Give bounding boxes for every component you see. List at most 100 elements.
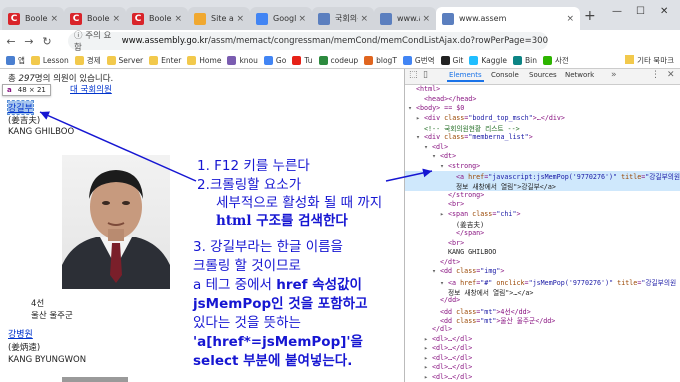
dom-line[interactable]: <head></head> (405, 95, 680, 105)
collapse-triangle-icon[interactable]: ▾ (432, 267, 440, 275)
collapse-triangle-icon[interactable]: ▾ (416, 133, 424, 141)
bookmark-item[interactable]: Home (187, 55, 221, 65)
collapse-triangle-icon[interactable]: ▾ (408, 104, 416, 112)
url-input[interactable]: ⓘ 주의 요함 www.assembly.go.kr/assm/memact/c… (68, 29, 548, 53)
forward-icon[interactable]: → (22, 35, 36, 48)
devtools-close-icon[interactable]: ✕ (667, 70, 675, 80)
maximize-icon[interactable]: ☐ (636, 6, 645, 17)
dom-line[interactable]: KANG GHILBOO (405, 248, 680, 258)
bookmark-item[interactable]: Enter (149, 55, 181, 65)
dom-line[interactable]: <!-- 국회의원현황 리스트 --> (405, 123, 680, 133)
dom-line[interactable]: ▾ <dt> (405, 152, 680, 162)
expand-triangle-icon[interactable]: ▸ (424, 335, 432, 343)
dom-line[interactable]: 정보 새창에서 열림">강길부</a> (405, 181, 680, 191)
bookmark-item[interactable]: Server (106, 55, 143, 65)
close-icon[interactable]: × (566, 14, 574, 24)
dom-line[interactable]: ▸ <dl>…</dl> (405, 354, 680, 364)
bookmark-item[interactable]: blogT (364, 55, 397, 65)
bookmark-item[interactable]: 사전 (542, 55, 569, 66)
collapse-triangle-icon[interactable]: ▾ (424, 143, 432, 151)
bookmark-item[interactable]: 경제 (74, 55, 101, 66)
dom-line[interactable]: ▸ <span class="chi"> (405, 210, 680, 220)
new-tab-icon[interactable]: + (584, 8, 596, 24)
tab-elements[interactable]: Elements (447, 71, 484, 82)
dom-line[interactable]: ▾ <strong> (405, 162, 680, 172)
dom-line[interactable]: ▾ <body> == $0 (405, 104, 680, 114)
member-photo[interactable] (62, 155, 170, 289)
bookmark-apps[interactable]: 앱 (6, 55, 25, 66)
security-indicator[interactable]: ⓘ 주의 요함 (74, 29, 118, 53)
bookmark-item[interactable]: Kaggle (469, 55, 507, 65)
close-icon[interactable]: × (112, 14, 120, 24)
dom-line[interactable]: </dt> (405, 258, 680, 268)
bookmark-item[interactable]: Bin (512, 55, 537, 65)
collapse-triangle-icon[interactable]: ▾ (432, 152, 440, 160)
dom-line[interactable]: (姜吉夫) (405, 219, 680, 229)
tab-network[interactable]: Network (565, 71, 594, 79)
close-icon[interactable]: × (174, 14, 182, 24)
dom-line[interactable]: ▸ <div class="bodrd_top_msch">…</div> (405, 114, 680, 124)
expand-triangle-icon[interactable]: ▸ (416, 114, 424, 122)
reload-icon[interactable]: ↻ (40, 35, 54, 48)
minimize-icon[interactable]: — (612, 6, 622, 17)
dom-line[interactable]: </strong> (405, 191, 680, 201)
bookmark-item[interactable]: Git (440, 55, 463, 65)
inspect-cursor-icon[interactable]: ⬚ (409, 70, 418, 80)
dom-line[interactable]: ▾ <dd class="img"> (405, 267, 680, 277)
device-toggle-icon[interactable]: ▯ (423, 70, 428, 80)
expand-triangle-icon[interactable]: ▸ (424, 373, 432, 381)
close-icon[interactable]: × (360, 14, 368, 24)
dom-line[interactable]: 정보 새창에서 열림">…</a> (405, 287, 680, 297)
dom-line[interactable]: <dd class="mt">4선</dd> (405, 306, 680, 316)
member-name-link[interactable]: 강길부 (7, 100, 34, 115)
dom-line[interactable]: </span> (405, 229, 680, 239)
dom-line[interactable]: ▸ <dl>…</dl> (405, 363, 680, 373)
dom-line[interactable]: ▾ <div class="memberna_list"> (405, 133, 680, 143)
bookmark-item[interactable]: Go (263, 55, 286, 65)
bookmark-item[interactable]: Tu (292, 55, 313, 65)
browser-tab[interactable]: Site admin× (188, 7, 250, 30)
dom-line[interactable]: ▸ <dl>…</dl> (405, 373, 680, 382)
assembly-link[interactable]: 대 국회의원 (70, 83, 112, 95)
member-name-link[interactable]: 강병원 (8, 327, 33, 340)
bookmark-item[interactable]: knou (227, 55, 258, 65)
dom-line[interactable]: ▸ <dl>…</dl> (405, 344, 680, 354)
close-icon[interactable]: × (298, 14, 306, 24)
bookmark-item[interactable]: codeup (318, 55, 358, 65)
dom-line[interactable]: <html> (405, 85, 680, 95)
dom-line[interactable]: ▸ <dl>…</dl> (405, 335, 680, 345)
close-icon[interactable]: × (422, 14, 430, 24)
dom-line[interactable]: <br> (405, 239, 680, 249)
expand-triangle-icon[interactable]: ▸ (440, 210, 448, 218)
browser-tab[interactable]: Google 번× (250, 7, 312, 30)
window-close-icon[interactable]: ✕ (660, 6, 668, 17)
close-icon[interactable]: × (236, 14, 244, 24)
dom-line[interactable]: <br> (405, 200, 680, 210)
browser-tab[interactable]: C Boolean ㄹ× (2, 7, 64, 30)
tab-console[interactable]: Console (491, 71, 519, 79)
browser-tab-active[interactable]: www.assem × (436, 7, 580, 30)
browser-tab[interactable]: C Boolean ㄹ× (64, 7, 126, 30)
bookmark-item[interactable]: G번역 (402, 55, 435, 66)
tab-sources[interactable]: Sources (529, 71, 557, 79)
expand-triangle-icon[interactable]: ▸ (424, 354, 432, 362)
other-bookmarks[interactable]: 기타 북마크 (625, 55, 674, 66)
back-icon[interactable]: ← (4, 35, 18, 48)
more-tabs-icon[interactable]: » (611, 70, 617, 80)
dom-line[interactable]: <dd class="mt">울산 울주군</dd> (405, 315, 680, 325)
browser-tab[interactable]: 국회의원현× (312, 7, 374, 30)
dom-line[interactable]: </dd> (405, 296, 680, 306)
browser-tab[interactable]: www.assem× (374, 7, 436, 30)
dom-line[interactable]: <a href="javascript:jsMemPop('9770276')"… (405, 171, 680, 182)
bookmark-item[interactable]: Lesson (30, 55, 69, 65)
member-photo[interactable] (62, 377, 128, 382)
browser-tab[interactable]: C Boolean ㄹ× (126, 7, 188, 30)
devtools-menu-icon[interactable]: ⋮ (651, 70, 660, 80)
dom-line[interactable]: ▾ <dl> (405, 143, 680, 153)
collapse-triangle-icon[interactable]: ▾ (440, 162, 448, 170)
expand-triangle-icon[interactable]: ▸ (424, 363, 432, 371)
close-icon[interactable]: × (50, 14, 58, 24)
expand-triangle-icon[interactable]: ▸ (424, 344, 432, 352)
dom-line[interactable]: ▾ <a href="#" onclick="jsMemPop('9770276'… (405, 277, 680, 287)
dom-line[interactable]: </dl> (405, 325, 680, 335)
